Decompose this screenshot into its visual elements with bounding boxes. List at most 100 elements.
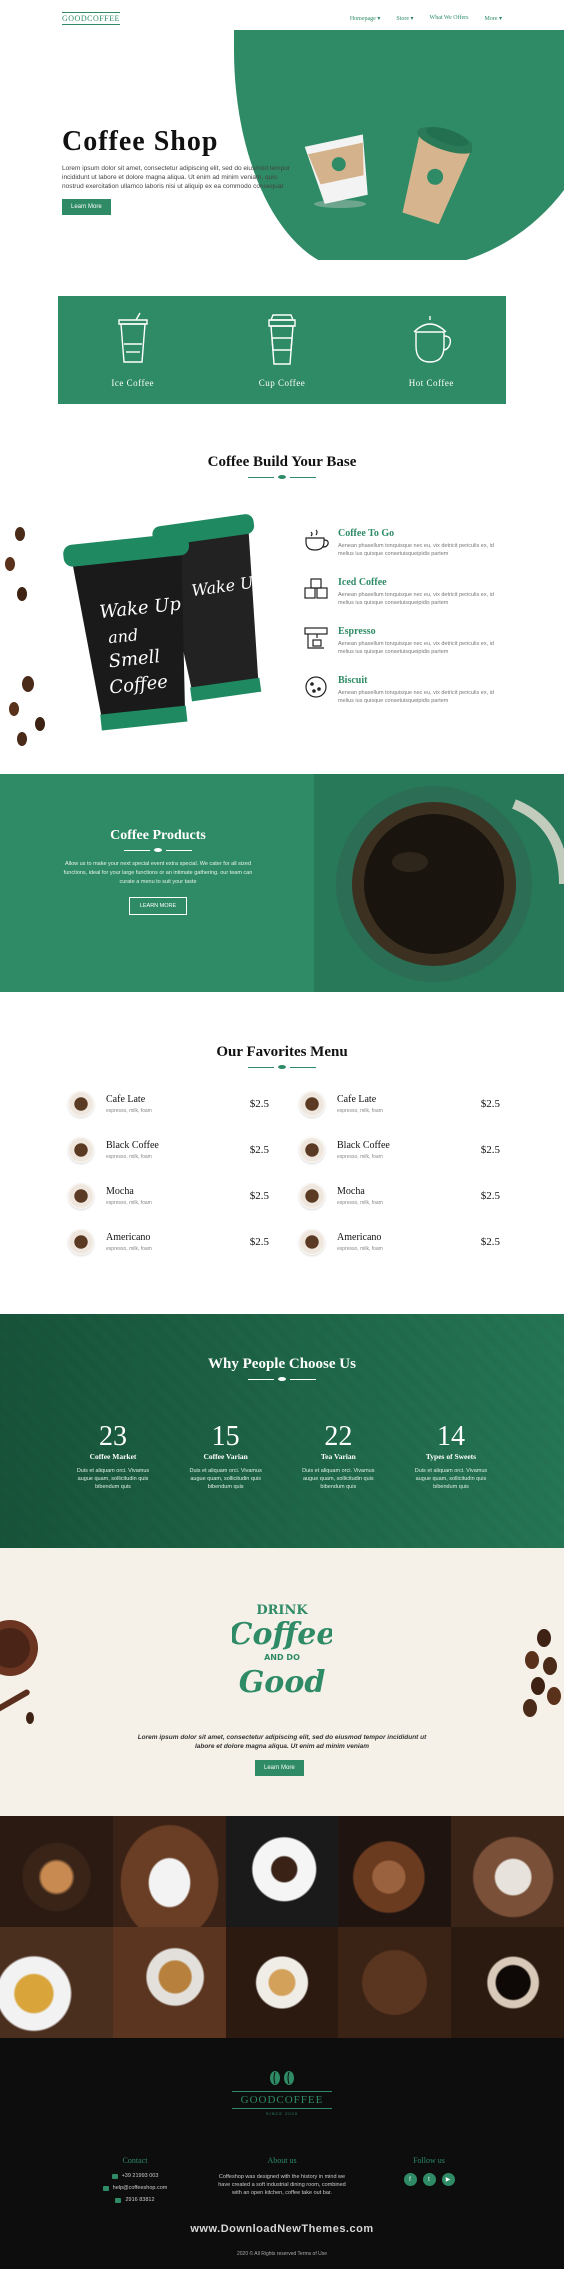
phone-icon (111, 2173, 118, 2179)
stats-row: 23 Coffee Market Duis et aliquam orci. Viv… (70, 1422, 494, 1491)
category-hot-coffee[interactable]: Hot Coffee (371, 312, 491, 388)
products-description: Allow us to make your next special event… (63, 861, 253, 885)
menu-item-price: $2.5 (249, 1143, 269, 1156)
favorites-menu-section: Our Favorites Menu Cafe Late espresso, mi… (0, 992, 564, 1314)
gallery-photo[interactable] (225, 1816, 339, 1927)
feature-title: Coffee To Go (338, 528, 395, 539)
gallery-photo[interactable] (0, 1927, 113, 2038)
menu-grid: Cafe Late espresso, milk, foam $2.5 Cafe L… (68, 1090, 500, 1255)
coffee-thumbnail (299, 1228, 325, 1255)
menu-item[interactable]: Cafe Late espresso, milk, foam $2.5 (299, 1090, 500, 1117)
espresso-machine-icon (304, 627, 328, 649)
menu-item-more[interactable]: More ▾ (484, 15, 502, 22)
menu-item-name: Mocha (337, 1185, 365, 1197)
menu-item-price: $2.5 (480, 1097, 500, 1110)
gallery-photo[interactable] (451, 1816, 564, 1927)
menu-item-name: Americano (106, 1231, 151, 1243)
menu-item[interactable]: Mocha espresso, milk, foam $2.5 (299, 1182, 500, 1209)
coffee-thumbnail (299, 1090, 325, 1117)
stat-number: 23 (99, 1421, 127, 1452)
feature-text: Aenean phasellum tonquisque nec eu, vix … (338, 641, 494, 655)
footer-logo-text: GOODCOFFEE (232, 2091, 332, 2109)
stat-label: Types of Sweets (425, 1452, 477, 1461)
feature-item: Coffee To Go Aenean phasellum tonquisque … (302, 528, 502, 558)
category-band: Ice Coffee Cup Coffee Hot Coffee (58, 296, 506, 404)
drink-coffee-section: DRINK Coffee AND DO Good Lorem ipsum dol… (0, 1548, 564, 1816)
copyright-text: 2020 © All Rights reserved Terms of Use (236, 2251, 328, 2257)
menu-item-what-we-offers[interactable]: What We Offers (430, 15, 469, 22)
gallery-photo[interactable] (451, 1927, 564, 2038)
hero-description: Lorem ipsum dolor sit amet, consectetur … (62, 165, 290, 190)
category-label: Hot Coffee (408, 378, 454, 388)
coffee-thumbnail (68, 1090, 94, 1117)
menu-item-desc: espresso, milk, foam (337, 1153, 383, 1160)
hero-text-block: Coffee Shop Lorem ipsum dolor sit amet, … (62, 126, 292, 215)
stat-item: 22 Tea Varian Duis et aliquam orci. Vivamu… (295, 1422, 381, 1491)
feature-title: Espresso (338, 626, 376, 637)
category-ice-coffee[interactable]: Ice Coffee (73, 312, 193, 388)
stat-item: 15 Coffee Varian Duis et aliquam orci. Viv… (183, 1422, 269, 1491)
stat-number: 14 (436, 1421, 465, 1452)
menu-item-name: Black Coffee (337, 1139, 390, 1151)
gallery-photo[interactable] (225, 1927, 339, 2038)
gallery-photo[interactable] (112, 1816, 226, 1927)
coffee-bowl-image (314, 774, 564, 992)
footer-logo[interactable]: GOODCOFFEE SINCE 2020 (232, 2070, 332, 2116)
category-label: Ice Coffee (111, 378, 154, 388)
feature-item: Iced Coffee Aenean phasellum tonquisque n… (302, 577, 502, 607)
takeaway-cup-icon (268, 314, 296, 365)
gallery-photo[interactable] (0, 1816, 113, 1927)
top-nav: GOODCOFFEE Homepage ▾ Store ▾ What We Of… (0, 0, 564, 36)
hero-learn-more-button[interactable]: Learn More (62, 199, 111, 215)
youtube-icon[interactable]: ▶ (441, 2173, 455, 2186)
menu-item-store[interactable]: Store ▾ (396, 15, 413, 22)
footer-contact-column: Contact +39 21993 003 help@coffeeshop.co… (70, 2156, 200, 2209)
menu-item[interactable]: Black Coffee espresso, milk, foam $2.5 (68, 1136, 269, 1163)
feature-text: Aenean phasellum tonquisque nec eu, vix … (338, 543, 494, 557)
drink-logo-word: DRINK (256, 1603, 308, 1618)
stat-text: Duis et aliquam orci. Vivamus augue quam… (302, 1468, 375, 1490)
menu-item-name: Black Coffee (106, 1139, 159, 1151)
menu-item-price: $2.5 (249, 1235, 269, 1248)
drink-learn-more-button[interactable]: Learn More (255, 1760, 304, 1776)
stat-label: Coffee Market (89, 1452, 137, 1461)
gallery-photo[interactable] (112, 1927, 226, 2038)
footer-hours: 2916 83812 (70, 2197, 200, 2203)
title-divider (0, 1377, 564, 1381)
stat-text: Duis et aliquam orci. Vivamus augue quam… (414, 1468, 488, 1490)
hours-text: 2916 83812 (125, 2197, 155, 2203)
menu-item-desc: espresso, milk, foam (337, 1107, 383, 1114)
stat-number: 15 (211, 1421, 240, 1452)
menu-item[interactable]: Americano espresso, milk, foam $2.5 (68, 1228, 269, 1255)
footer-phone[interactable]: +39 21993 003 (70, 2173, 200, 2179)
stat-item: 14 Types of Sweets Duis et aliquam orci. V… (408, 1422, 494, 1491)
mail-icon (102, 2185, 109, 2191)
svg-text:and: and (107, 625, 139, 647)
feature-text: Aenean phasellum tonquisque nec eu, vix … (338, 690, 494, 704)
section-title: Coffee Build Your Base (207, 454, 357, 470)
category-cup-coffee[interactable]: Cup Coffee (222, 312, 342, 388)
twitter-icon[interactable]: t (422, 2173, 436, 2186)
menu-item[interactable]: Mocha espresso, milk, foam $2.5 (68, 1182, 269, 1209)
coffee-beans-emblem-icon (270, 2071, 294, 2085)
stat-label: Tea Varian (320, 1452, 356, 1461)
footer-email[interactable]: help@coffeeshop.com (70, 2185, 200, 2191)
menu-item-homepage[interactable]: Homepage ▾ (350, 15, 381, 22)
stat-text: Duis et aliquam orci. Vivamus augue quam… (76, 1468, 150, 1490)
coffee-thumbnail (68, 1182, 94, 1209)
email-text: help@coffeeshop.com (112, 2185, 168, 2191)
menu-item-name: Cafe Late (106, 1093, 146, 1105)
menu-item-desc: espresso, milk, foam (337, 1245, 383, 1252)
menu-item[interactable]: Americano espresso, milk, foam $2.5 (299, 1228, 500, 1255)
facebook-icon[interactable]: f (403, 2173, 417, 2186)
coffee-thumbnail (299, 1182, 325, 1209)
gallery-photo[interactable] (338, 1927, 452, 2038)
site-logo[interactable]: GOODCOFFEE (62, 11, 120, 25)
products-learn-more-button[interactable]: LEARN MORE (128, 897, 188, 915)
gallery-photo[interactable] (338, 1816, 452, 1927)
biscuit-icon (305, 676, 327, 698)
menu-item[interactable]: Black Coffee espresso, milk, foam $2.5 (299, 1136, 500, 1163)
phone-text: +39 21993 003 (121, 2173, 159, 2179)
coffee-beans-image (5, 527, 45, 746)
menu-item[interactable]: Cafe Late espresso, milk, foam $2.5 (68, 1090, 269, 1117)
